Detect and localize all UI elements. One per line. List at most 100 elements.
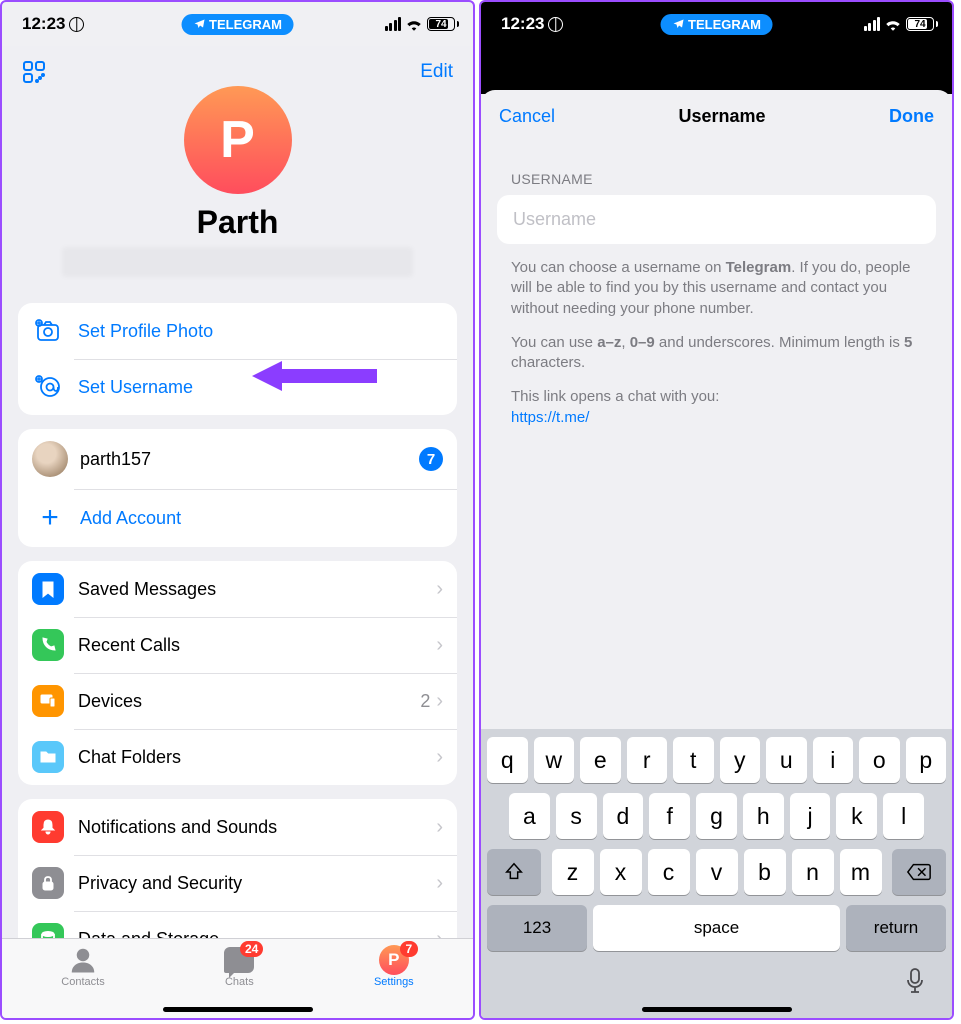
battery-icon: 74 — [427, 17, 459, 31]
username-link[interactable]: https://t.me/ — [511, 409, 589, 426]
settings-icon: P 7 — [378, 945, 410, 975]
key-u[interactable]: u — [766, 737, 807, 783]
home-indicator[interactable] — [163, 1007, 313, 1012]
key-y[interactable]: y — [720, 737, 761, 783]
key-a[interactable]: a — [509, 793, 550, 839]
add-account-label: Add Account — [80, 508, 443, 529]
chevron-right-icon: › — [436, 634, 443, 657]
key-f[interactable]: f — [649, 793, 690, 839]
camera-plus-icon — [32, 315, 64, 347]
cancel-button[interactable]: Cancel — [499, 106, 555, 127]
username-input[interactable] — [513, 209, 920, 230]
help-text-2: You can use a–z, 0–9 and underscores. Mi… — [481, 319, 952, 374]
edit-button[interactable]: Edit — [420, 61, 453, 83]
status-time: 12:23 — [501, 14, 544, 34]
plus-icon: + — [32, 501, 68, 535]
key-g[interactable]: g — [696, 793, 737, 839]
notifications-row[interactable]: Notifications and Sounds › — [18, 799, 457, 855]
status-bar: 12:23 TELEGRAM 74 — [481, 2, 952, 46]
key-m[interactable]: m — [840, 849, 882, 895]
chat-folders-row[interactable]: Chat Folders › — [18, 729, 457, 785]
tab-contacts[interactable]: Contacts — [61, 945, 104, 988]
chevron-right-icon: › — [436, 816, 443, 839]
profile-avatar[interactable]: P — [184, 86, 292, 194]
wifi-icon — [405, 17, 423, 31]
key-j[interactable]: j — [790, 793, 831, 839]
devices-count: 2 — [420, 691, 430, 712]
telegram-pill[interactable]: TELEGRAM — [660, 14, 773, 35]
telegram-pill[interactable]: TELEGRAM — [181, 14, 294, 35]
key-l[interactable]: l — [883, 793, 924, 839]
contacts-icon — [67, 945, 99, 975]
recent-calls-row[interactable]: Recent Calls › — [18, 617, 457, 673]
folder-icon — [32, 741, 64, 773]
telegram-icon — [193, 18, 205, 30]
key-q[interactable]: q — [487, 737, 528, 783]
location-icon — [69, 17, 84, 32]
settings-badge: 7 — [400, 941, 418, 957]
set-username-label: Set Username — [78, 377, 443, 398]
storage-icon — [32, 923, 64, 938]
status-time: 12:23 — [22, 14, 65, 34]
key-k[interactable]: k — [836, 793, 877, 839]
key-h[interactable]: h — [743, 793, 784, 839]
telegram-icon — [672, 18, 684, 30]
key-c[interactable]: c — [648, 849, 690, 895]
signal-icon — [864, 17, 881, 31]
at-plus-icon — [32, 371, 64, 403]
chats-badge: 24 — [240, 941, 263, 957]
key-e[interactable]: e — [580, 737, 621, 783]
bookmark-icon — [32, 573, 64, 605]
key-p[interactable]: p — [906, 737, 947, 783]
set-username-row[interactable]: Set Username — [18, 359, 457, 415]
key-n[interactable]: n — [792, 849, 834, 895]
account-row[interactable]: parth157 7 — [18, 429, 457, 489]
location-icon — [548, 17, 563, 32]
tab-settings[interactable]: P 7 Settings — [374, 945, 414, 988]
battery-icon: 74 — [906, 17, 938, 31]
help-text-1: You can choose a username on Telegram. I… — [481, 244, 952, 319]
numbers-key[interactable]: 123 — [487, 905, 587, 951]
key-i[interactable]: i — [813, 737, 854, 783]
signal-icon — [385, 17, 402, 31]
account-avatar — [32, 441, 68, 477]
keyboard: qwertyuiop asdfghjkl zxcvbnm 123 space r… — [481, 729, 952, 1018]
wifi-icon — [884, 17, 902, 31]
phone-icon — [32, 629, 64, 661]
account-name: parth157 — [80, 449, 419, 470]
key-z[interactable]: z — [552, 849, 594, 895]
privacy-row[interactable]: Privacy and Security › — [18, 855, 457, 911]
tab-chats[interactable]: 24 Chats — [223, 945, 255, 988]
key-t[interactable]: t — [673, 737, 714, 783]
devices-icon — [32, 685, 64, 717]
key-v[interactable]: v — [696, 849, 738, 895]
key-x[interactable]: x — [600, 849, 642, 895]
home-indicator[interactable] — [642, 1007, 792, 1012]
devices-row[interactable]: Devices 2 › — [18, 673, 457, 729]
chevron-right-icon: › — [436, 872, 443, 895]
modal-title: Username — [678, 106, 765, 127]
key-w[interactable]: w — [534, 737, 575, 783]
saved-messages-row[interactable]: Saved Messages › — [18, 561, 457, 617]
help-text-3: This link opens a chat with you: https:/… — [481, 373, 952, 428]
set-profile-photo-label: Set Profile Photo — [78, 321, 443, 342]
key-b[interactable]: b — [744, 849, 786, 895]
add-account-row[interactable]: + Add Account — [18, 489, 457, 547]
return-key[interactable]: return — [846, 905, 946, 951]
space-key[interactable]: space — [593, 905, 840, 951]
bell-icon — [32, 811, 64, 843]
dictation-icon[interactable] — [904, 967, 926, 1002]
shift-key[interactable] — [487, 849, 541, 895]
set-profile-photo-row[interactable]: Set Profile Photo — [18, 303, 457, 359]
qr-icon[interactable] — [22, 60, 46, 84]
key-d[interactable]: d — [603, 793, 644, 839]
data-storage-row[interactable]: Data and Storage › — [18, 911, 457, 938]
backspace-key[interactable] — [892, 849, 946, 895]
key-o[interactable]: o — [859, 737, 900, 783]
done-button[interactable]: Done — [889, 106, 934, 127]
key-r[interactable]: r — [627, 737, 668, 783]
profile-subtitle-blurred — [62, 247, 413, 277]
key-s[interactable]: s — [556, 793, 597, 839]
chevron-right-icon: › — [436, 690, 443, 713]
profile-name: Parth — [2, 204, 473, 241]
